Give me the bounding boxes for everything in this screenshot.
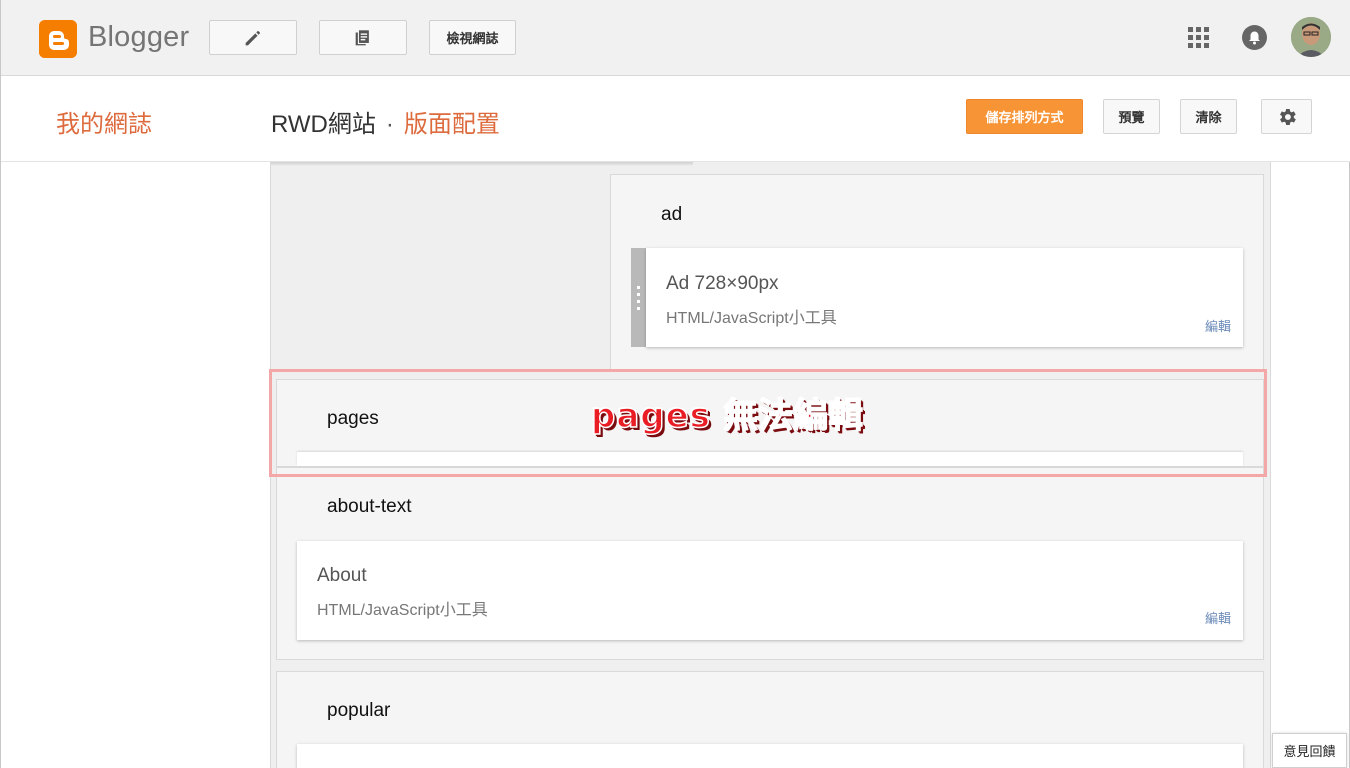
breadcrumb-separator: ·	[385, 111, 394, 138]
scroll-shadow	[271, 162, 693, 166]
widget-type: HTML/JavaScript小工具	[666, 310, 837, 327]
layout-header: 我的網誌 RWD網站 · 版面配置 儲存排列方式 預覽 清除	[1, 76, 1350, 162]
blogger-logo-icon[interactable]	[39, 20, 77, 58]
save-arrangement-button[interactable]: 儲存排列方式	[966, 99, 1083, 134]
settings-button[interactable]	[1261, 99, 1312, 134]
pages-icon	[355, 28, 370, 45]
section-title-ad: ad	[661, 204, 683, 225]
annotation-text: pages 無法編輯	[590, 395, 864, 437]
edit-link[interactable]: 編輯	[1205, 316, 1231, 335]
user-avatar[interactable]	[1291, 17, 1331, 57]
my-blogs-link[interactable]: 我的網誌	[56, 104, 152, 139]
blog-name: RWD網站	[271, 111, 376, 138]
edit-link[interactable]: 編輯	[1205, 608, 1231, 627]
drag-handle[interactable]	[631, 248, 646, 347]
widget-title: Ad 728×90px	[666, 273, 779, 294]
widget-card-ad[interactable]: Ad 728×90px HTML/JavaScript小工具 編輯	[646, 248, 1243, 347]
feedback-button[interactable]: 意見回饋	[1272, 733, 1347, 768]
apps-grid-icon[interactable]	[1188, 27, 1210, 49]
gear-icon	[1279, 108, 1296, 125]
blogger-logo-text[interactable]: Blogger	[88, 21, 189, 54]
clear-button[interactable]: 清除	[1180, 99, 1237, 134]
top-bar: Blogger 檢視網誌	[1, 0, 1350, 76]
page-title: 版面配置	[403, 111, 500, 138]
compose-button[interactable]	[209, 20, 297, 55]
view-blog-button[interactable]: 檢視網誌	[429, 20, 516, 55]
section-title-popular: popular	[327, 700, 391, 721]
section-title-about-text: about-text	[327, 496, 412, 517]
widget-card-about[interactable]: About HTML/JavaScript小工具 編輯	[297, 541, 1243, 640]
widget-card-popular[interactable]	[297, 744, 1243, 768]
widget-title: About	[317, 565, 367, 586]
preview-button[interactable]: 預覽	[1103, 99, 1160, 134]
breadcrumb: RWD網站 · 版面配置	[271, 104, 500, 139]
posts-list-button[interactable]	[319, 20, 407, 55]
bell-icon[interactable]	[1242, 25, 1267, 50]
widget-type: HTML/JavaScript小工具	[317, 602, 488, 619]
pencil-icon	[245, 30, 260, 45]
